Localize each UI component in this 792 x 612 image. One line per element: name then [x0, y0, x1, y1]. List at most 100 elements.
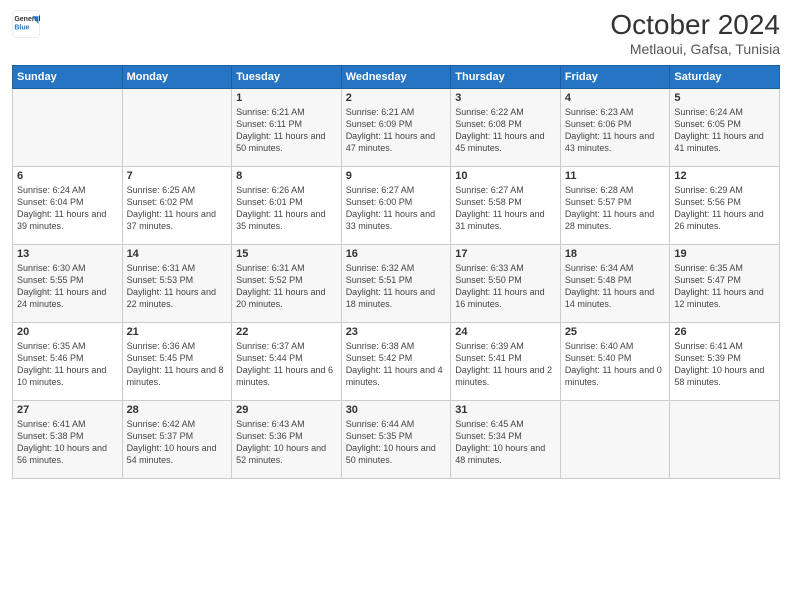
calendar-cell: 13Sunrise: 6:30 AM Sunset: 5:55 PM Dayli…	[13, 244, 123, 322]
calendar-cell: 1Sunrise: 6:21 AM Sunset: 6:11 PM Daylig…	[232, 88, 342, 166]
calendar-week-4: 20 Sunrise: 6:35 AM Sunset: 5:46 PM Dayli…	[13, 322, 780, 400]
calendar-cell: 23 Sunrise: 6:38 AM Sunset: 5:42 PM Dayli…	[341, 322, 451, 400]
calendar-cell	[560, 400, 670, 478]
day-number: 23	[346, 326, 447, 338]
day-info: Sunrise: 6:37 AM Sunset: 5:44 PM Dayligh…	[236, 340, 337, 389]
calendar-cell: 7 Sunrise: 6:25 AM Sunset: 6:02 PM Daylig…	[122, 166, 232, 244]
main-container: General Blue October 2024 Metlaoui, Gafs…	[0, 0, 792, 612]
day-info: Sunrise: 6:22 AM Sunset: 6:08 PM Dayligh…	[455, 106, 556, 155]
calendar-table: Sunday Monday Tuesday Wednesday Thursday…	[12, 65, 780, 479]
day-number: 3	[455, 92, 556, 104]
day-number: 8	[236, 170, 337, 182]
calendar-cell: 10 Sunrise: 6:27 AM Sunset: 5:58 PM Dayli…	[451, 166, 561, 244]
calendar-cell	[670, 400, 780, 478]
col-sunday: Sunday	[13, 65, 123, 88]
calendar-cell: 20 Sunrise: 6:35 AM Sunset: 5:46 PM Dayli…	[13, 322, 123, 400]
day-info: Sunrise: 6:31 AM Sunset: 5:52 PM Dayligh…	[236, 262, 337, 311]
day-number: 2	[346, 92, 447, 104]
calendar-cell: 18 Sunrise: 6:34 AM Sunset: 5:48 PM Dayli…	[560, 244, 670, 322]
day-number: 21	[127, 326, 228, 338]
day-info: Sunrise: 6:43 AM Sunset: 5:36 PM Dayligh…	[236, 418, 337, 467]
day-info: Sunrise: 6:44 AM Sunset: 5:35 PM Dayligh…	[346, 418, 447, 467]
location-title: Metlaoui, Gafsa, Tunisia	[610, 41, 780, 57]
calendar-cell: 29 Sunrise: 6:43 AM Sunset: 5:36 PM Dayli…	[232, 400, 342, 478]
calendar-cell: 21 Sunrise: 6:36 AM Sunset: 5:45 PM Dayli…	[122, 322, 232, 400]
day-number: 18	[565, 248, 666, 260]
day-number: 7	[127, 170, 228, 182]
calendar-week-2: 6 Sunrise: 6:24 AM Sunset: 6:04 PM Daylig…	[13, 166, 780, 244]
day-info: Sunrise: 6:41 AM Sunset: 5:38 PM Dayligh…	[17, 418, 118, 467]
day-info: Sunrise: 6:31 AM Sunset: 5:53 PM Dayligh…	[127, 262, 228, 311]
day-number: 19	[674, 248, 775, 260]
day-number: 16	[346, 248, 447, 260]
calendar-cell: 30 Sunrise: 6:44 AM Sunset: 5:35 PM Dayli…	[341, 400, 451, 478]
day-number: 12	[674, 170, 775, 182]
day-info: Sunrise: 6:41 AM Sunset: 5:39 PM Dayligh…	[674, 340, 775, 389]
day-info: Sunrise: 6:26 AM Sunset: 6:01 PM Dayligh…	[236, 184, 337, 233]
day-info: Sunrise: 6:29 AM Sunset: 5:56 PM Dayligh…	[674, 184, 775, 233]
day-info: Sunrise: 6:39 AM Sunset: 5:41 PM Dayligh…	[455, 340, 556, 389]
day-number: 27	[17, 404, 118, 416]
day-number: 20	[17, 326, 118, 338]
day-info: Sunrise: 6:25 AM Sunset: 6:02 PM Dayligh…	[127, 184, 228, 233]
col-friday: Friday	[560, 65, 670, 88]
day-info: Sunrise: 6:38 AM Sunset: 5:42 PM Dayligh…	[346, 340, 447, 389]
calendar-cell: 11 Sunrise: 6:28 AM Sunset: 5:57 PM Dayli…	[560, 166, 670, 244]
day-number: 6	[17, 170, 118, 182]
day-number: 26	[674, 326, 775, 338]
logo-icon: General Blue	[12, 10, 40, 38]
day-info: Sunrise: 6:24 AM Sunset: 6:05 PM Dayligh…	[674, 106, 775, 155]
day-number: 30	[346, 404, 447, 416]
calendar-cell: 27 Sunrise: 6:41 AM Sunset: 5:38 PM Dayli…	[13, 400, 123, 478]
day-info: Sunrise: 6:33 AM Sunset: 5:50 PM Dayligh…	[455, 262, 556, 311]
day-info: Sunrise: 6:28 AM Sunset: 5:57 PM Dayligh…	[565, 184, 666, 233]
day-number: 5	[674, 92, 775, 104]
day-info: Sunrise: 6:35 AM Sunset: 5:47 PM Dayligh…	[674, 262, 775, 311]
calendar-cell: 28 Sunrise: 6:42 AM Sunset: 5:37 PM Dayli…	[122, 400, 232, 478]
day-number: 15	[236, 248, 337, 260]
calendar-cell: 25Sunrise: 6:40 AM Sunset: 5:40 PM Dayli…	[560, 322, 670, 400]
svg-text:Blue: Blue	[14, 24, 29, 31]
month-title: October 2024	[610, 10, 780, 41]
day-number: 14	[127, 248, 228, 260]
calendar-cell: 31 Sunrise: 6:45 AM Sunset: 5:34 PM Dayli…	[451, 400, 561, 478]
day-number: 29	[236, 404, 337, 416]
day-number: 11	[565, 170, 666, 182]
calendar-cell: 5 Sunrise: 6:24 AM Sunset: 6:05 PM Daylig…	[670, 88, 780, 166]
col-monday: Monday	[122, 65, 232, 88]
day-info: Sunrise: 6:42 AM Sunset: 5:37 PM Dayligh…	[127, 418, 228, 467]
day-number: 10	[455, 170, 556, 182]
day-info: Sunrise: 6:40 AM Sunset: 5:40 PM Dayligh…	[565, 340, 666, 389]
col-saturday: Saturday	[670, 65, 780, 88]
day-info: Sunrise: 6:45 AM Sunset: 5:34 PM Dayligh…	[455, 418, 556, 467]
day-info: Sunrise: 6:34 AM Sunset: 5:48 PM Dayligh…	[565, 262, 666, 311]
calendar-cell: 22 Sunrise: 6:37 AM Sunset: 5:44 PM Dayli…	[232, 322, 342, 400]
day-info: Sunrise: 6:21 AM Sunset: 6:11 PM Dayligh…	[236, 106, 337, 155]
calendar-cell: 24Sunrise: 6:39 AM Sunset: 5:41 PM Dayli…	[451, 322, 561, 400]
calendar-cell: 17Sunrise: 6:33 AM Sunset: 5:50 PM Dayli…	[451, 244, 561, 322]
logo: General Blue	[12, 10, 40, 38]
day-info: Sunrise: 6:36 AM Sunset: 5:45 PM Dayligh…	[127, 340, 228, 389]
calendar-cell: 6 Sunrise: 6:24 AM Sunset: 6:04 PM Daylig…	[13, 166, 123, 244]
calendar-cell: 2Sunrise: 6:21 AM Sunset: 6:09 PM Daylig…	[341, 88, 451, 166]
day-number: 22	[236, 326, 337, 338]
day-info: Sunrise: 6:23 AM Sunset: 6:06 PM Dayligh…	[565, 106, 666, 155]
day-number: 31	[455, 404, 556, 416]
day-info: Sunrise: 6:27 AM Sunset: 5:58 PM Dayligh…	[455, 184, 556, 233]
calendar-cell: 12 Sunrise: 6:29 AM Sunset: 5:56 PM Dayli…	[670, 166, 780, 244]
calendar-cell: 14 Sunrise: 6:31 AM Sunset: 5:53 PM Dayli…	[122, 244, 232, 322]
calendar-cell: 9Sunrise: 6:27 AM Sunset: 6:00 PM Daylig…	[341, 166, 451, 244]
title-block: October 2024 Metlaoui, Gafsa, Tunisia	[610, 10, 780, 57]
calendar-cell	[13, 88, 123, 166]
col-thursday: Thursday	[451, 65, 561, 88]
calendar-cell: 8 Sunrise: 6:26 AM Sunset: 6:01 PM Daylig…	[232, 166, 342, 244]
day-info: Sunrise: 6:24 AM Sunset: 6:04 PM Dayligh…	[17, 184, 118, 233]
calendar-week-1: 1Sunrise: 6:21 AM Sunset: 6:11 PM Daylig…	[13, 88, 780, 166]
calendar-cell: 16Sunrise: 6:32 AM Sunset: 5:51 PM Dayli…	[341, 244, 451, 322]
calendar-cell: 4Sunrise: 6:23 AM Sunset: 6:06 PM Daylig…	[560, 88, 670, 166]
calendar-week-5: 27 Sunrise: 6:41 AM Sunset: 5:38 PM Dayli…	[13, 400, 780, 478]
calendar-cell: 3 Sunrise: 6:22 AM Sunset: 6:08 PM Daylig…	[451, 88, 561, 166]
day-number: 28	[127, 404, 228, 416]
day-info: Sunrise: 6:35 AM Sunset: 5:46 PM Dayligh…	[17, 340, 118, 389]
calendar-cell: 19 Sunrise: 6:35 AM Sunset: 5:47 PM Dayli…	[670, 244, 780, 322]
